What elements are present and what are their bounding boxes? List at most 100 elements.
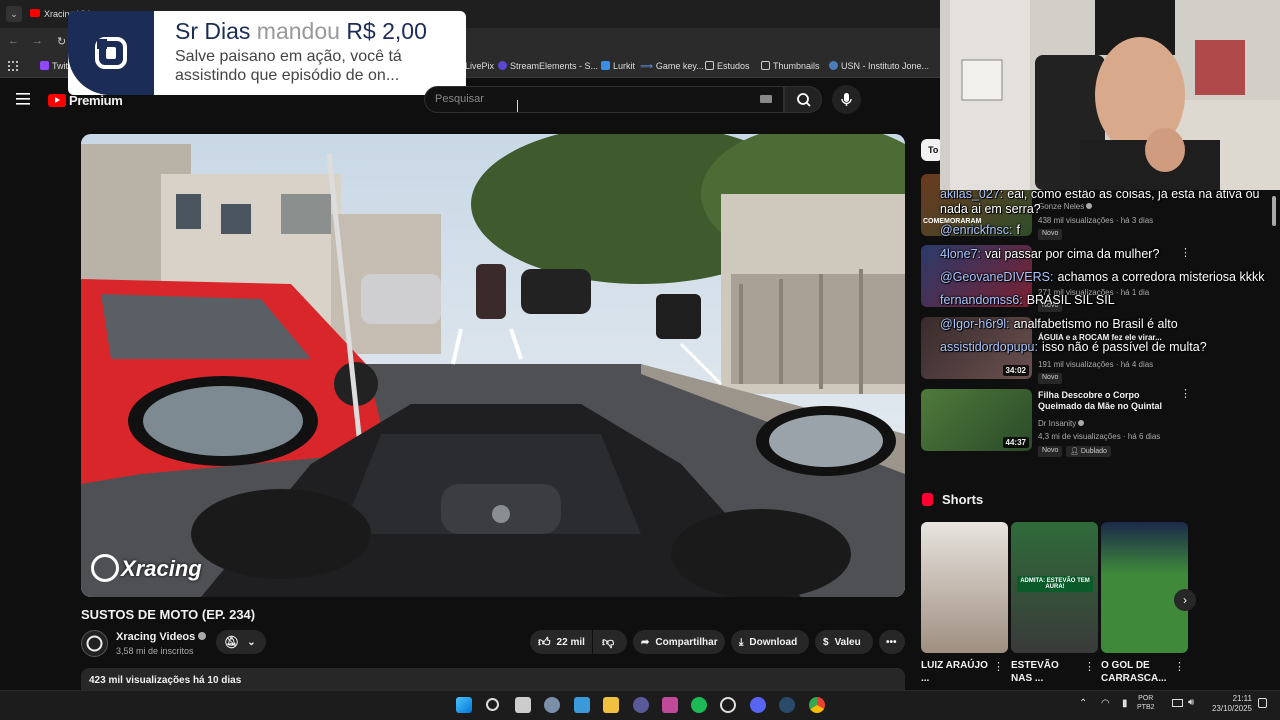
lurkit-icon bbox=[601, 61, 610, 70]
like-button[interactable]: 👍︎ 22 mil bbox=[530, 630, 592, 654]
more-vertical-icon[interactable]: ⋮ bbox=[993, 662, 1004, 673]
microphone-icon[interactable]: ▮ bbox=[1122, 698, 1128, 709]
short-thumbnail[interactable] bbox=[1101, 522, 1188, 653]
photos-icon[interactable] bbox=[574, 697, 590, 713]
search-input[interactable]: Pesquisar bbox=[424, 86, 784, 113]
logo-text: Premium bbox=[69, 92, 123, 108]
windows-start-icon[interactable] bbox=[456, 697, 472, 713]
shorts-heading: Shorts bbox=[942, 492, 984, 507]
chat-message: @GeovaneDIVERS: achamos a corredora miste… bbox=[940, 270, 1264, 284]
search-button[interactable] bbox=[784, 86, 822, 113]
forward-icon[interactable]: → bbox=[32, 35, 43, 47]
watermark-text: Xracing bbox=[121, 556, 202, 581]
chat-message: nada ai em serra? bbox=[940, 202, 1041, 216]
channel-name-text: Xracing Videos bbox=[116, 631, 196, 643]
tab-list-button[interactable]: ⌄ bbox=[6, 6, 22, 22]
bookmark-lurkit[interactable]: Lurkit bbox=[601, 61, 635, 71]
chrome-icon[interactable] bbox=[809, 697, 825, 713]
more-actions-button[interactable]: ••• bbox=[879, 630, 905, 654]
volume-icon[interactable]: 🔊︎ bbox=[1188, 697, 1194, 708]
youtube-premium-logo[interactable]: Premium bbox=[48, 92, 123, 108]
video-player[interactable]: Xracing bbox=[81, 134, 905, 597]
thanks-button[interactable]: $ Valeu bbox=[815, 630, 873, 654]
video-channel: Gonze Neles bbox=[1038, 202, 1093, 211]
bookmark-livepix[interactable]: LivePix bbox=[465, 61, 494, 71]
more-vertical-icon[interactable]: ⋮ bbox=[1180, 389, 1191, 400]
video-channel-text: Dr Insanity bbox=[1038, 419, 1077, 428]
notifications-button[interactable]: 🔕︎ ⌄ bbox=[216, 630, 266, 654]
video-channel: Dr Insanity bbox=[1038, 419, 1085, 428]
short-title[interactable]: ESTEVÃO NAS ... bbox=[1011, 659, 1081, 685]
search-icon[interactable] bbox=[486, 698, 499, 711]
app-icon[interactable] bbox=[633, 697, 649, 713]
keyboard-icon[interactable] bbox=[760, 95, 772, 103]
steam-icon[interactable] bbox=[779, 697, 795, 713]
share-button[interactable]: ➦ Compartilhar bbox=[633, 630, 725, 654]
thanks-label: Valeu bbox=[834, 636, 861, 648]
webcam-image bbox=[940, 0, 1280, 190]
wifi-icon[interactable]: ◠ bbox=[1101, 698, 1110, 709]
more-horizontal-icon: ••• bbox=[886, 636, 897, 648]
donation-message: Salve paisano em ação, você tá assistind… bbox=[175, 48, 402, 84]
like-count: 22 mil bbox=[556, 636, 585, 648]
more-vertical-icon[interactable]: ⋮ bbox=[1084, 662, 1095, 673]
clock-date: 23/10/2025 bbox=[1211, 704, 1252, 713]
more-vertical-icon[interactable]: ⋮ bbox=[1180, 248, 1191, 259]
back-icon[interactable]: ← bbox=[8, 35, 19, 47]
channel-name[interactable]: Xracing Videos bbox=[116, 631, 207, 643]
task-view-icon[interactable] bbox=[515, 697, 531, 713]
short-thumbnail[interactable]: ADMITA: ESTEVÃO TEM AURA! bbox=[1011, 522, 1098, 653]
super-thanks-icon: $ bbox=[823, 636, 829, 648]
new-badge: Novo bbox=[1038, 446, 1063, 457]
discord-icon[interactable] bbox=[750, 697, 766, 713]
system-clock[interactable]: 21:11 23/10/2025 bbox=[1204, 694, 1252, 714]
bookmark-gamekey[interactable]: ⟹ Game key... bbox=[640, 61, 704, 72]
apps-icon[interactable] bbox=[8, 61, 18, 71]
next-arrow-button[interactable]: › bbox=[1174, 589, 1196, 611]
bookmark-folder-thumbnails[interactable]: Thumbnails bbox=[761, 61, 820, 71]
app-icon[interactable] bbox=[662, 697, 678, 713]
dubbed-badge: 👤︎ Dublado bbox=[1066, 446, 1111, 457]
bookmark-folder-estudos[interactable]: Estudos bbox=[705, 61, 750, 71]
reload-icon[interactable]: ↻ bbox=[57, 35, 66, 48]
spotify-icon[interactable] bbox=[691, 697, 707, 713]
helmet-logo-icon bbox=[91, 554, 119, 582]
file-explorer-icon[interactable] bbox=[603, 697, 619, 713]
video-thumbnail[interactable]: 44:37 bbox=[921, 389, 1032, 451]
more-vertical-icon[interactable]: ⋮ bbox=[1174, 662, 1185, 673]
video-title[interactable]: Filha Descobre o Corpo Queimado da Mãe n… bbox=[1038, 390, 1178, 412]
app-icon[interactable] bbox=[720, 697, 736, 713]
donation-title: Sr Dias mandou R$ 2,00 bbox=[175, 18, 427, 45]
dubbed-label: Dublado bbox=[1080, 448, 1107, 455]
video-title: SUSTOS DE MOTO (EP. 234) bbox=[81, 607, 256, 622]
bookmark-usn[interactable]: USN - Instituto Jone... bbox=[829, 61, 929, 71]
short-thumbnail[interactable] bbox=[921, 522, 1008, 653]
bookmark-twitch[interactable]: Twit bbox=[40, 61, 68, 71]
chevron-up-icon[interactable]: ⌃ bbox=[1079, 698, 1087, 709]
channel-avatar[interactable] bbox=[81, 630, 108, 657]
verified-icon bbox=[1078, 420, 1085, 426]
chat-text: isso não é passível de multa? bbox=[1041, 340, 1207, 354]
dislike-button[interactable]: 👎︎ bbox=[593, 630, 627, 654]
input-language[interactable]: POR PTB2 bbox=[1137, 694, 1155, 712]
bookmark-label: Lurkit bbox=[613, 61, 636, 71]
download-button[interactable]: ⤓ Download bbox=[731, 630, 809, 654]
folder-icon bbox=[761, 61, 770, 70]
chat-username: 4lone7: bbox=[940, 247, 982, 261]
display-icon[interactable] bbox=[1172, 699, 1183, 707]
webcam-feed bbox=[940, 0, 1280, 190]
voice-search-button[interactable] bbox=[832, 85, 861, 114]
settings-icon[interactable] bbox=[544, 697, 560, 713]
chat-username: @Igor-h6r9l: bbox=[940, 317, 1010, 331]
hamburger-menu-icon[interactable] bbox=[16, 92, 32, 106]
microphone-icon bbox=[841, 93, 852, 106]
bookmark-streamelements[interactable]: StreamElements - S... bbox=[498, 61, 598, 71]
search-icon bbox=[797, 93, 811, 107]
share-icon: ➦ bbox=[641, 636, 650, 648]
short-title[interactable]: LUIZ ARAÚJO ... bbox=[921, 659, 991, 685]
person-icon: 👤︎ bbox=[1070, 448, 1079, 455]
chat-text: vai passar por cima da mulher? bbox=[985, 247, 1160, 261]
short-title[interactable]: O GOL DE CARRASCA... bbox=[1101, 659, 1171, 685]
scrollbar[interactable] bbox=[1272, 196, 1276, 226]
notifications-icon[interactable] bbox=[1258, 698, 1267, 708]
